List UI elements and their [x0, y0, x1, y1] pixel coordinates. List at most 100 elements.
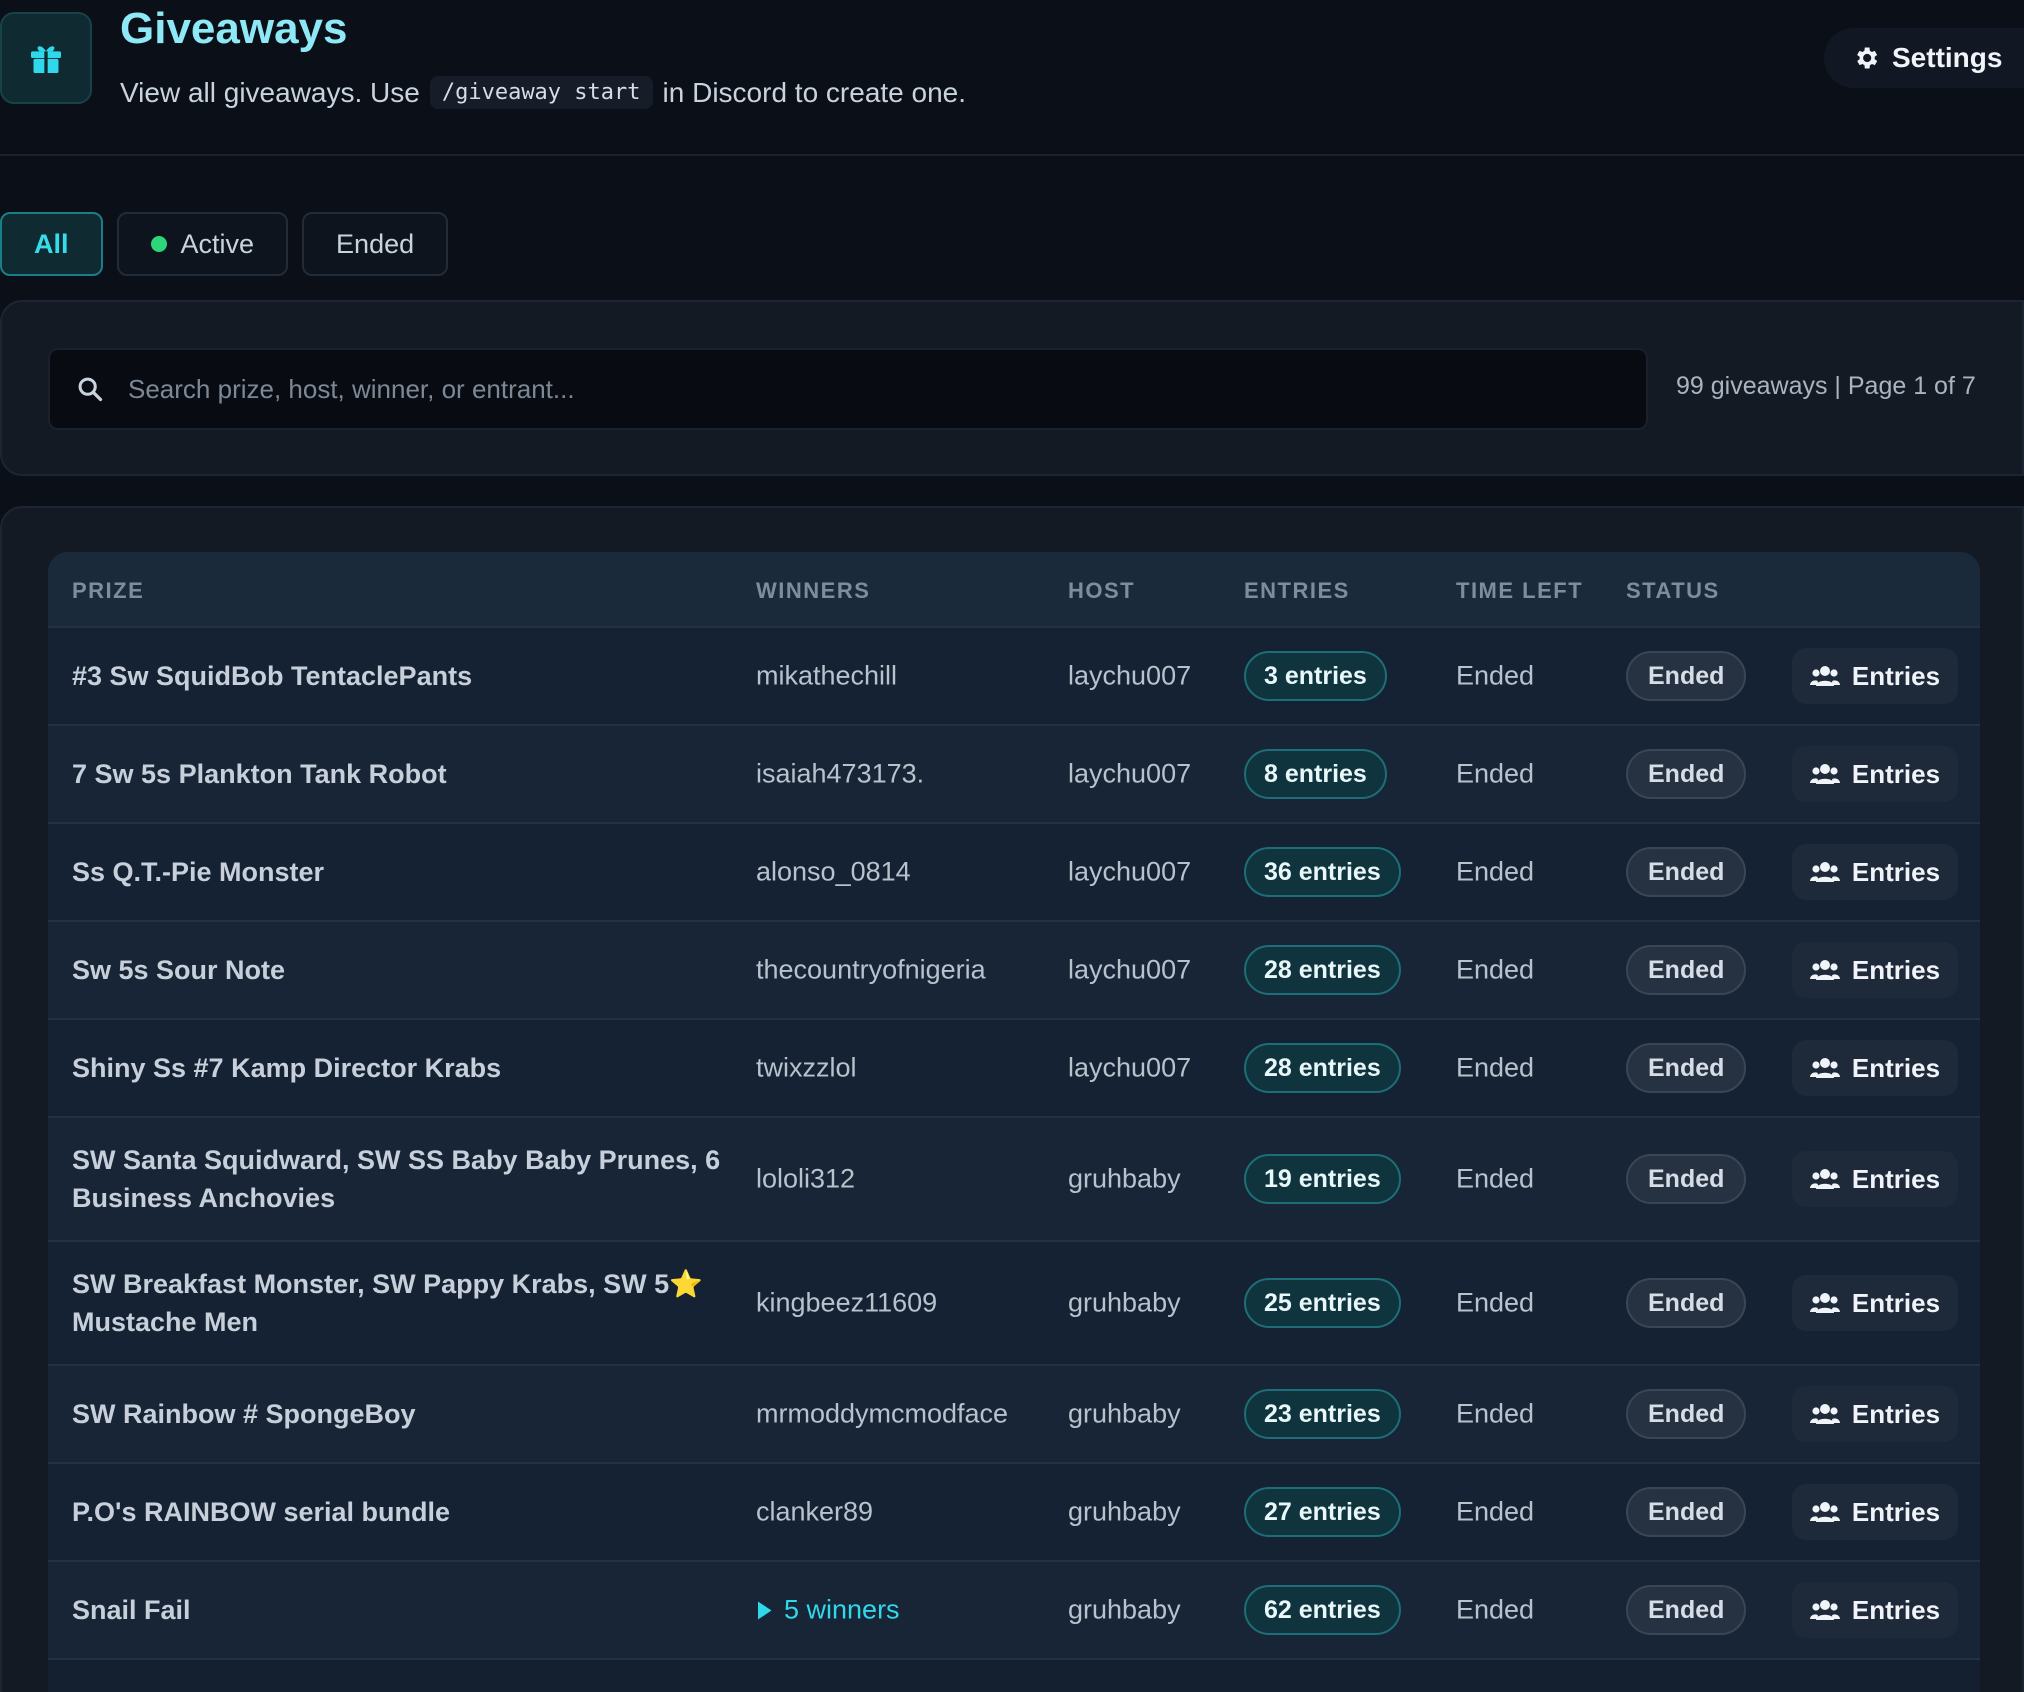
prize-name: #3 Sw SquidBob TentaclePants: [72, 661, 473, 691]
winner-name: isaiah473173.: [756, 758, 925, 789]
winner-name: lololi312: [756, 1163, 856, 1194]
entries-button-label: Entries: [1851, 1287, 1941, 1318]
view-entries-button[interactable]: Entries: [1792, 1040, 1958, 1096]
search-box[interactable]: [48, 348, 1648, 430]
table-row: Ss Q.T.-Pie Monster alonso_0814 laychu007 3…: [48, 824, 1980, 922]
view-entries-button[interactable]: Entries: [1792, 942, 1958, 998]
users-icon: [1809, 1293, 1840, 1313]
users-icon: [1809, 960, 1840, 980]
users-icon: [1809, 862, 1840, 882]
status-badge: Ended: [1626, 1154, 1747, 1204]
status-badge: Ended: [1626, 651, 1747, 701]
gift-icon-box: [0, 12, 92, 104]
host-name: gruhbaby: [1068, 1594, 1181, 1625]
gear-icon: [1857, 47, 1878, 69]
prize-name: SW Rainbow # SpongeBoy: [72, 1399, 416, 1429]
status-badge: Ended: [1626, 1043, 1747, 1093]
entries-button-label: Entries: [1851, 1496, 1941, 1527]
users-icon: [1809, 1169, 1840, 1189]
winner-name: alonso_0814: [756, 856, 911, 887]
tab-active-label: Active: [180, 228, 255, 259]
results-count: 99 giveaways | Page 1 of 7: [1676, 372, 1976, 400]
status-badge: Ended: [1626, 1585, 1747, 1635]
host-name: gruhbaby: [1068, 1398, 1181, 1429]
tab-ended[interactable]: Ended: [302, 212, 449, 276]
winner-name: kingbeez11609: [756, 1287, 938, 1318]
view-entries-button[interactable]: Entries: [1792, 746, 1958, 802]
time-left: Ended: [1456, 1163, 1535, 1194]
active-status-dot-icon: [150, 236, 167, 252]
host-name: laychu007: [1068, 856, 1192, 887]
time-left: Ended: [1456, 1594, 1535, 1625]
time-left: Ended: [1456, 1496, 1535, 1527]
entries-count-badge: 27 entries: [1244, 1487, 1401, 1537]
prize-name: Ss Q.T.-Pie Monster: [72, 857, 325, 887]
table-row: Snail Fail 5 winners gruhbaby 62 entries End…: [48, 1562, 1980, 1660]
entries-count-badge: 8 entries: [1244, 749, 1387, 799]
time-left: Ended: [1456, 758, 1535, 789]
time-left: Ended: [1456, 1398, 1535, 1429]
winners-count: 5 winners: [784, 1594, 900, 1625]
view-entries-button[interactable]: Entries: [1792, 1484, 1958, 1540]
view-entries-button[interactable]: Entries: [1792, 1386, 1958, 1442]
winner-name: clanker89: [756, 1496, 874, 1527]
host-name: gruhbaby: [1068, 1163, 1181, 1194]
status-badge: Ended: [1626, 945, 1747, 995]
column-header-prize: PRIZE: [72, 578, 145, 603]
column-header-host: HOST: [1068, 578, 1136, 603]
status-badge: Ended: [1626, 1389, 1747, 1439]
host-name: gruhbaby: [1068, 1496, 1181, 1527]
view-entries-button[interactable]: Entries: [1792, 1151, 1958, 1207]
view-entries-button[interactable]: Entries: [1792, 844, 1958, 900]
settings-button[interactable]: Settings: [1824, 28, 2024, 88]
search-card: 99 giveaways | Page 1 of 7: [0, 300, 2024, 476]
tab-active[interactable]: Active: [116, 212, 289, 276]
table-header: PRIZE WINNERS HOST ENTRIES TIME LEFT STA…: [48, 552, 1980, 628]
entries-button-label: Entries: [1851, 1594, 1941, 1625]
page-header: Giveaways View all giveaways. Use /givea…: [0, 0, 2024, 156]
column-header-entries: ENTRIES: [1244, 578, 1350, 603]
view-entries-button[interactable]: Entries: [1792, 648, 1958, 704]
table-row: Shiny Ss #7 Kamp Director Krabs twixzzlol…: [48, 1020, 1980, 1118]
tab-all[interactable]: All: [0, 212, 103, 276]
host-name: laychu007: [1068, 954, 1192, 985]
prize-name: Snail Fail: [72, 1595, 191, 1625]
subtitle-text-before: View all giveaways. Use: [120, 76, 420, 108]
table-row: P.O's RAINBOW serial bundle clanker89 gruh…: [48, 1464, 1980, 1562]
winner-name: thecountryofnigeria: [756, 954, 986, 985]
status-badge: Ended: [1626, 847, 1747, 897]
search-icon: [78, 377, 103, 402]
winner-name: mikathechill: [756, 660, 898, 691]
status-badge: Ended: [1626, 1487, 1747, 1537]
prize-name: P.O's RAINBOW serial bundle: [72, 1497, 450, 1527]
users-icon: [1809, 1404, 1840, 1424]
entries-count-badge: 3 entries: [1244, 651, 1387, 701]
winner-name: twixzzlol: [756, 1052, 857, 1083]
tab-ended-label: Ended: [336, 228, 415, 259]
view-entries-button[interactable]: Entries: [1792, 1275, 1958, 1331]
entries-count-badge: 23 entries: [1244, 1389, 1401, 1439]
users-icon: [1809, 1502, 1840, 1522]
table-row: 7 Sw 5s Plankton Tank Robot isaiah473173.…: [48, 726, 1980, 824]
table-row: #3 Sw SquidBob TentaclePants mikathechill…: [48, 628, 1980, 726]
tab-all-label: All: [34, 228, 69, 259]
prize-name: Sw 5s Sour Note: [72, 955, 286, 985]
entries-button-label: Entries: [1851, 660, 1941, 691]
entries-count-badge: 36 entries: [1244, 847, 1401, 897]
winners-expand-toggle[interactable]: 5 winners: [756, 1595, 900, 1626]
host-name: laychu007: [1068, 660, 1192, 691]
time-left: Ended: [1456, 1287, 1535, 1318]
view-entries-button[interactable]: Entries: [1792, 1582, 1958, 1638]
entries-count-badge: 28 entries: [1244, 1043, 1401, 1093]
giveaways-page: Giveaways View all giveaways. Use /givea…: [0, 0, 2024, 1692]
giveaways-table: PRIZE WINNERS HOST ENTRIES TIME LEFT STA…: [48, 552, 1980, 1692]
entries-button-label: Entries: [1851, 856, 1941, 887]
winner-name: mrmoddymcmodface: [756, 1398, 1009, 1429]
time-left: Ended: [1456, 1052, 1535, 1083]
caret-right-icon: [758, 1601, 772, 1619]
search-input[interactable]: [128, 373, 1608, 405]
column-header-time-left: TIME LEFT: [1456, 578, 1584, 603]
table-row: SW Santa Squidward, SW SS Baby Baby Prun…: [48, 1118, 1980, 1242]
prize-name: SW Santa Squidward, SW SS Baby Baby Prun…: [72, 1145, 721, 1213]
entries-button-label: Entries: [1851, 954, 1941, 985]
